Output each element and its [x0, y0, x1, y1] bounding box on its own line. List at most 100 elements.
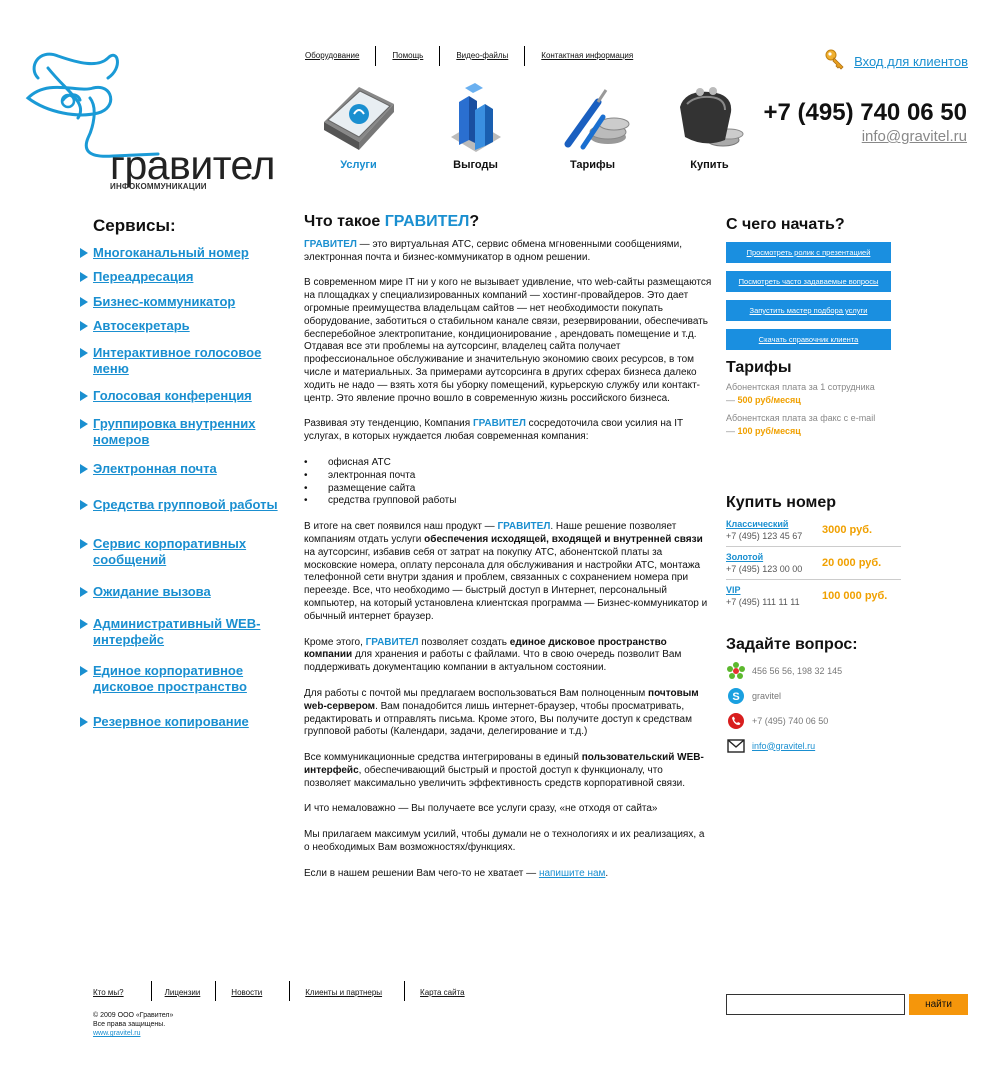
arrow-right-icon — [80, 348, 88, 358]
tariffs-title: Тарифы — [726, 359, 792, 376]
service-link[interactable]: Голосовая конференция — [93, 388, 252, 404]
title-prefix: Что такое — [304, 213, 385, 230]
topnav-video[interactable]: Видео-файлы — [456, 46, 508, 60]
service-link[interactable]: Многоканальный номер — [93, 245, 249, 261]
service-link[interactable]: Бизнес-коммуникатор — [93, 294, 235, 310]
number-value: +7 (495) 123 00 00 — [726, 564, 803, 574]
site-link[interactable]: www.gravitel.ru — [93, 1030, 140, 1037]
service-link[interactable]: Ожидание вызова — [93, 584, 211, 600]
tariff-price: 500 руб/месяц — [737, 394, 801, 405]
nav-buy[interactable]: Купить — [651, 82, 768, 171]
main-content: Что такое ГРАВИТЕЛ? ГРАВИТЕЛ — это вирту… — [304, 213, 712, 894]
service-link[interactable]: Интерактивное голосовое меню — [93, 345, 290, 377]
contact-phone: +7 (495) 740 06 50 — [726, 708, 971, 733]
nav-benefits[interactable]: Выгоды — [417, 82, 534, 171]
service-item[interactable]: Многоканальный номер — [80, 245, 290, 261]
service-wizard-button[interactable]: Запустить мастер подбора услуги — [726, 300, 891, 321]
paragraph-text: позволяет создать — [418, 636, 510, 648]
paragraph: Все коммуникационные средства интегриров… — [304, 752, 712, 790]
service-item[interactable]: Голосовая конференция — [80, 388, 290, 404]
client-login-link[interactable]: Вход для клиентов — [854, 54, 968, 69]
service-link[interactable]: Группировка внутренних номеров — [93, 416, 290, 448]
paragraph-text: Развивая эту тенденцию, Компания — [304, 418, 473, 430]
divider — [289, 981, 291, 1001]
footer-licenses-link[interactable]: Лицензии — [165, 981, 201, 997]
paragraph-text: . — [605, 867, 609, 879]
service-item[interactable]: Сервис корпоративных сообщений — [80, 536, 290, 568]
service-item[interactable]: Переадресация — [80, 269, 290, 285]
client-guide-button[interactable]: Скачать справочник клиента — [726, 329, 891, 350]
search-input[interactable] — [726, 994, 905, 1015]
service-item[interactable]: Ожидание вызова — [80, 584, 290, 600]
footer-clients-link[interactable]: Клиенты и партнеры — [305, 981, 382, 997]
skype-icon: S — [726, 686, 746, 706]
brand-name: ГРАВИТЕЛ — [365, 636, 419, 648]
header-email-link[interactable]: info@gravitel.ru — [862, 128, 967, 145]
nav-services[interactable]: Услуги — [300, 82, 417, 171]
list-item: размещение сайта — [304, 483, 712, 496]
nav-tariffs-label: Тарифы — [569, 159, 616, 171]
arrow-right-icon — [80, 500, 88, 510]
write-us-link[interactable]: напишите нам — [539, 868, 605, 879]
service-item[interactable]: Электронная почта — [80, 461, 290, 477]
search-button[interactable]: найти — [909, 994, 968, 1015]
paragraph: Если в нашем решении Вам чего-то не хват… — [304, 868, 712, 881]
paragraph-text: Все коммуникационные средства интегриров… — [304, 752, 582, 764]
services-title: Сервисы: — [93, 216, 176, 235]
number-name-link[interactable]: Золотой — [726, 552, 763, 562]
client-login: Вход для клиентов — [824, 48, 968, 75]
topnav-help[interactable]: Помощь — [392, 46, 423, 60]
copyright-line: Все права защищены. — [93, 1021, 166, 1028]
service-item[interactable]: Административный WEB-интерфейс — [80, 616, 290, 648]
title-suffix: ? — [469, 213, 480, 230]
footer-news-link[interactable]: Новости — [231, 981, 262, 997]
service-link[interactable]: Автосекретарь — [93, 318, 190, 334]
service-link[interactable]: Административный WEB-интерфейс — [93, 616, 290, 648]
copyright-line: © 2009 ООО «Гравител» — [93, 1012, 174, 1019]
footer-about-link[interactable]: Кто мы? — [93, 981, 124, 997]
logo[interactable]: гравител ИНФОКОММУНИКАЦИИ — [18, 38, 275, 191]
right-sidebar: С чего начать? Просмотреть ролик с презе… — [726, 216, 971, 758]
service-item[interactable]: Единое корпоративное дисковое пространст… — [80, 663, 290, 695]
svg-text:S: S — [732, 691, 739, 703]
service-link[interactable]: Средства групповой работы — [93, 497, 278, 513]
service-link[interactable]: Единое корпоративное дисковое пространст… — [93, 663, 290, 695]
service-item[interactable]: Автосекретарь — [80, 318, 290, 334]
paragraph-text: Для работы с почтой мы предлагаем воспол… — [304, 687, 649, 699]
contact-email-link[interactable]: info@gravitel.ru — [752, 741, 815, 751]
phone-icon — [726, 711, 746, 731]
service-link[interactable]: Переадресация — [93, 269, 193, 285]
service-item[interactable]: Резервное копирование — [80, 714, 290, 730]
service-item[interactable]: Средства групповой работы — [80, 497, 290, 513]
service-link[interactable]: Электронная почта — [93, 461, 217, 477]
service-link[interactable]: Сервис корпоративных сообщений — [93, 536, 290, 568]
list-item: средства групповой работы — [304, 495, 712, 508]
skype-name: gravitel — [752, 690, 782, 701]
service-link[interactable]: Резервное копирование — [93, 714, 249, 730]
footer-sitemap-link[interactable]: Карта сайта — [420, 981, 465, 997]
arrow-right-icon — [80, 666, 88, 676]
icq-icon — [726, 661, 746, 681]
number-value: +7 (495) 111 11 11 — [726, 597, 800, 607]
nav-tariffs[interactable]: Тарифы — [534, 82, 651, 171]
faq-button[interactable]: Посмотреть часто задаваемые вопросы — [726, 271, 891, 292]
brand-name: ГРАВИТЕЛ — [472, 418, 526, 430]
paragraph: В итоге на свет появился наш продукт — Г… — [304, 521, 712, 623]
number-price: 100 000 руб. — [822, 590, 888, 602]
logo-subtitle: ИНФОКОММУНИКАЦИИ — [110, 182, 207, 191]
number-name-link[interactable]: VIP — [726, 585, 741, 595]
service-item[interactable]: Интерактивное голосовое меню — [80, 345, 290, 377]
nav-services-label: Услуги — [340, 159, 377, 171]
divider — [524, 46, 526, 66]
paragraph-text: — это виртуальная АТС, сервис обмена мгн… — [304, 238, 683, 263]
topnav-equipment[interactable]: Оборудование — [305, 46, 359, 60]
list-item: офисная АТС — [304, 457, 712, 470]
service-item[interactable]: Бизнес-коммуникатор — [80, 294, 290, 310]
presentation-video-button[interactable]: Просмотреть ролик с презентацией — [726, 242, 891, 263]
nav-benefits-label: Выгоды — [453, 159, 498, 171]
service-item[interactable]: Группировка внутренних номеров — [80, 416, 290, 448]
numbers-list: Классический +7 (495) 123 45 67 3000 руб.… — [726, 514, 971, 612]
topnav-contacts[interactable]: Контактная информация — [541, 46, 633, 60]
number-name-link[interactable]: Классический — [726, 519, 788, 529]
top-nav: Оборудование Помощь Видео-файлы Контактн… — [305, 46, 633, 66]
